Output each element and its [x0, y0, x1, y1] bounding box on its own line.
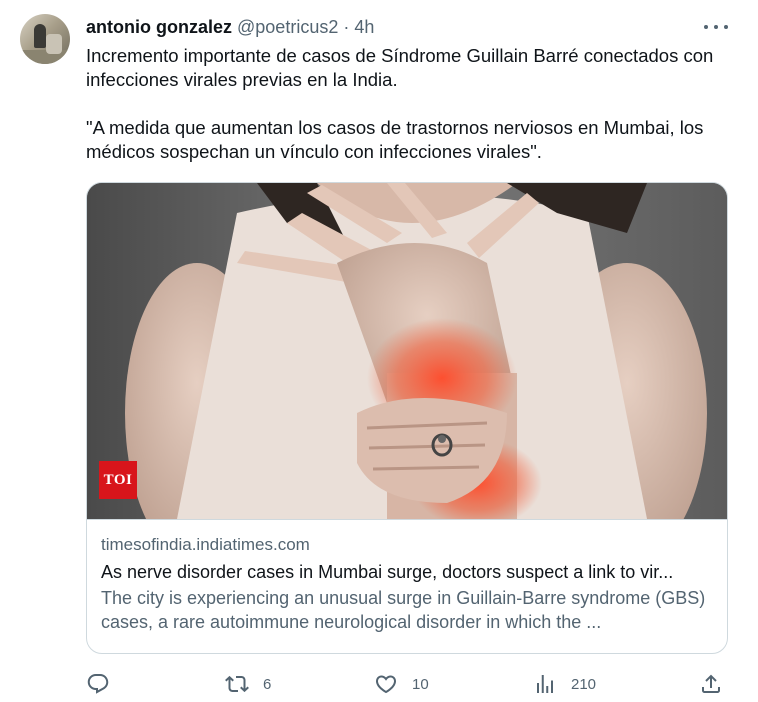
more-options-icon[interactable] — [704, 18, 728, 36]
like-count: 10 — [412, 675, 429, 693]
retweet-icon — [225, 675, 249, 693]
tweet-text-paragraph-2: "A medida que aumentan los casos de tras… — [86, 117, 704, 162]
tweet-text-paragraph-1: Incremento importante de casos de Síndro… — [86, 45, 714, 90]
tweet-text: Incremento importante de casos de Síndro… — [86, 44, 736, 164]
tweet-time[interactable]: 4h — [354, 17, 374, 37]
card-image: TOI — [87, 183, 727, 519]
avatar[interactable] — [20, 14, 70, 64]
heart-icon — [375, 675, 397, 694]
reply-icon — [87, 674, 109, 694]
share-button[interactable] — [699, 670, 723, 698]
retweet-count: 6 — [263, 675, 272, 693]
tweet-actions: 6 10 210 — [86, 670, 726, 698]
views-button[interactable]: 210 — [533, 670, 596, 698]
share-icon — [702, 674, 720, 693]
toi-logo: TOI — [99, 461, 137, 499]
card-title[interactable]: As nerve disorder cases in Mumbai surge,… — [101, 560, 713, 584]
card-body: timesofindia.indiatimes.com As nerve dis… — [87, 519, 727, 634]
separator: · — [343, 17, 350, 37]
reply-button[interactable] — [86, 670, 110, 698]
like-button[interactable]: 10 — [374, 670, 429, 698]
views-count: 210 — [571, 675, 597, 693]
retweet-button[interactable]: 6 — [225, 670, 271, 698]
card-description: The city is experiencing an unusual surg… — [101, 588, 706, 632]
author-handle[interactable]: @poetricus2 — [237, 17, 338, 37]
views-icon — [537, 675, 553, 693]
card-domain[interactable]: timesofindia.indiatimes.com — [101, 534, 713, 556]
author-name[interactable]: antonio gonzalez — [86, 17, 232, 37]
link-card[interactable]: TOI timesofindia.indiatimes.com As nerve… — [86, 182, 728, 654]
tweet-header: antonio gonzalez @poetricus2 · 4h — [86, 16, 374, 38]
